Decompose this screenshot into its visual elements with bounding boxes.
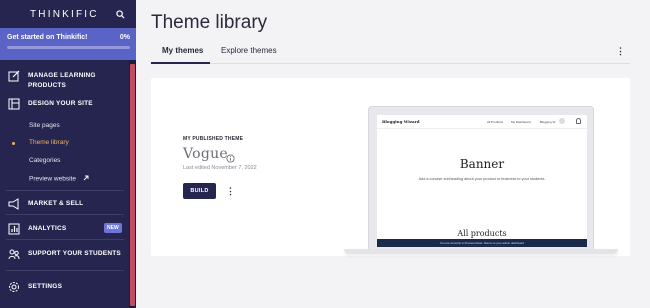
megaphone-icon <box>8 198 20 210</box>
tab-bar: My themes Explore themes <box>151 40 630 64</box>
nav-design-your-site[interactable]: DESIGN YOUR SITE <box>0 98 129 110</box>
external-link-icon <box>83 175 89 183</box>
theme-name: Vogue <box>183 146 229 162</box>
sidebar-item-categories[interactable]: Categories <box>29 157 60 164</box>
nav-settings[interactable]: SETTINGS <box>0 281 129 293</box>
preview-nav-item: All Products <box>487 120 504 124</box>
laptop-screen-frame: Blogging Wizard All Products My Dashboar… <box>368 106 594 250</box>
published-theme-eyebrow: MY PUBLISHED THEME <box>183 136 244 142</box>
sidebar-item-label: Preview website <box>29 175 76 183</box>
layout-icon <box>8 98 20 110</box>
nav-label: ANALYTICS <box>28 225 67 232</box>
sidebar-item-site-pages[interactable]: Site pages <box>29 122 60 129</box>
get-started-progress-bar <box>7 46 130 49</box>
divider <box>6 190 124 191</box>
theme-preview-screen: Blogging Wizard All Products My Dashboar… <box>377 115 587 247</box>
get-started-banner[interactable]: Get started on Thinkific! 0% <box>0 28 136 60</box>
sidebar: THINKIFIC Get started on Thinkific! 0% M… <box>0 0 136 308</box>
nav-label: DESIGN YOUR SITE <box>28 100 93 107</box>
tab-my-themes[interactable]: My themes <box>162 46 203 55</box>
preview-avatar <box>559 118 565 124</box>
last-edited-text: Last edited November 7, 2022 <box>183 165 257 171</box>
theme-preview-laptop[interactable]: Blogging Wizard All Products My Dashboar… <box>344 106 618 254</box>
nav-manage-learning-products[interactable]: MANAGE LEARNING PRODUCTS <box>0 70 129 91</box>
pencil-icon <box>8 70 20 82</box>
divider <box>6 270 124 271</box>
preview-mode-notice: You are currently in Preview Mode. Retur… <box>377 239 587 247</box>
nav-support-your-students[interactable]: SUPPORT YOUR STUDENTS <box>0 248 129 260</box>
preview-nav-item: Blogging W <box>540 120 556 124</box>
theme-options-icon[interactable]: ⋮ <box>226 185 235 197</box>
sidebar-scroll-thumb[interactable] <box>130 64 135 306</box>
preview-banner-heading: Banner <box>459 157 505 171</box>
laptop-base <box>344 249 618 254</box>
preview-nav-item: My Dashboard <box>511 120 531 124</box>
search-icon[interactable] <box>114 8 126 20</box>
nav-label: MANAGE LEARNING PRODUCTS <box>28 72 96 89</box>
new-badge: NEW <box>104 223 122 233</box>
more-options-icon[interactable]: ⋮ <box>616 45 625 57</box>
nav-label: MARKET & SELL <box>28 200 84 207</box>
nav-label: SUPPORT YOUR STUDENTS <box>28 250 121 257</box>
gear-icon <box>8 281 20 293</box>
sidebar-item-theme-library[interactable]: Theme library <box>29 139 69 146</box>
nav-label: SETTINGS <box>28 283 63 290</box>
nav-market-and-sell[interactable]: MARKET & SELL <box>0 198 129 210</box>
divider <box>6 214 124 215</box>
get-started-label: Get started on Thinkific! <box>7 34 88 41</box>
tab-explore-themes[interactable]: Explore themes <box>221 46 277 55</box>
build-button[interactable]: BUILD <box>183 183 216 199</box>
people-icon <box>8 248 20 260</box>
page-title: Theme library <box>151 12 268 33</box>
preview-header: Blogging Wizard All Products My Dashboar… <box>377 115 587 129</box>
divider <box>6 239 124 240</box>
sidebar-item-preview-website[interactable]: Preview website <box>29 175 89 183</box>
preview-banner-subtitle: Add a concise subheading about your prod… <box>418 177 546 181</box>
bell-icon <box>576 118 581 124</box>
analytics-icon <box>8 223 20 235</box>
active-tab-indicator <box>151 62 210 64</box>
preview-site-name: Blogging Wizard <box>382 119 420 124</box>
active-bullet-icon <box>12 142 15 145</box>
brand-bar: THINKIFIC <box>0 0 136 28</box>
info-icon[interactable] <box>226 150 235 163</box>
preview-section-title: All products <box>457 229 507 238</box>
brand-logo[interactable]: THINKIFIC <box>30 9 99 20</box>
get-started-percent: 0% <box>119 34 130 41</box>
